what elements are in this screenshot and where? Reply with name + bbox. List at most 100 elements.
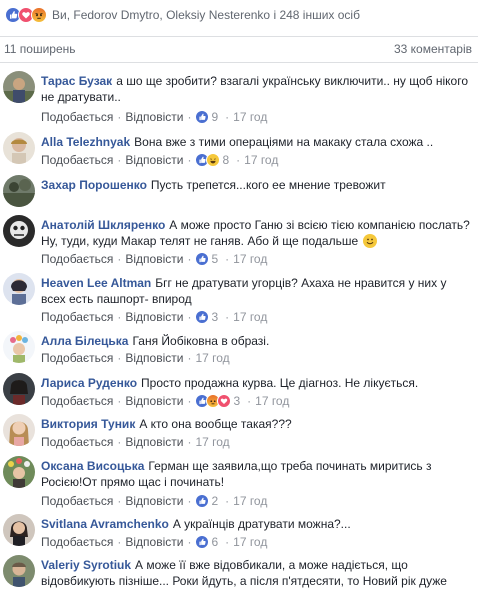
comment-author[interactable]: Valeriy Syrotiuk (41, 558, 131, 572)
separator: · (117, 535, 122, 549)
separator: · (187, 310, 192, 324)
like-button[interactable]: Подобається (41, 110, 113, 124)
reply-button[interactable]: Відповісти (125, 153, 183, 167)
like-button[interactable]: Подобається (41, 494, 113, 508)
avatar[interactable] (3, 175, 35, 207)
separator: · (117, 351, 122, 365)
comment-time[interactable]: 17 год (233, 110, 267, 124)
separator: · (187, 351, 192, 365)
comment-time[interactable]: 17 год (195, 351, 229, 365)
comment-reactions[interactable]: 5 (195, 252, 218, 266)
comment-time[interactable]: 17 год (233, 494, 267, 508)
avatar[interactable] (3, 331, 35, 363)
comment: Heaven Lee Altman Бгг не дратувати угорці… (0, 273, 478, 325)
comment-time[interactable]: 17 год (233, 252, 267, 266)
comment-author[interactable]: Alla Telezhnyak (41, 135, 130, 149)
comment-text: А українців дратувати можна?... (172, 517, 351, 531)
comment-body: Valeriy Syrotiuk А може її вже відовбикал… (41, 557, 470, 589)
comment: Тарас Бузак а шо ще зробити? взагалі укра… (0, 71, 478, 125)
avatar[interactable] (3, 215, 35, 247)
comment-author[interactable]: Захар Порошенко (41, 178, 147, 192)
comment-reactions[interactable]: 6 (195, 535, 218, 549)
comment-body: Heaven Lee Altman Бгг не дратувати угорці… (41, 275, 470, 307)
reactions-summary[interactable]: Ви, Fedorov Dmytro, Oleksiy Nesterenko і… (0, 0, 478, 30)
comment-actions: Подобається · Відповісти · 8 · 17 год (41, 152, 278, 168)
comments-count[interactable]: 33 коментарів (394, 42, 472, 56)
separator: · (117, 310, 122, 324)
comment-text: Вона вже з тими операціями на макаку ста… (134, 135, 434, 149)
comment-reactions[interactable]: 8 (195, 153, 229, 167)
reply-button[interactable]: Відповісти (125, 310, 183, 324)
reply-button[interactable]: Відповісти (125, 394, 183, 408)
haha-icon (206, 153, 221, 167)
avatar[interactable] (3, 555, 35, 587)
comment-reactions[interactable]: 3 (195, 394, 240, 408)
reply-button[interactable]: Відповісти (125, 252, 183, 266)
comment-reactions[interactable]: 2 (195, 494, 218, 508)
reply-button[interactable]: Відповісти (125, 351, 183, 365)
comment: Анатолій Шкляренко А може просто Ганю зі … (0, 215, 478, 267)
comment-author[interactable]: Оксана Висоцька (41, 459, 144, 473)
like-button[interactable]: Подобається (41, 394, 113, 408)
comment-author[interactable]: Виктория Туник (41, 417, 135, 431)
shares-count[interactable]: 11 поширень (4, 42, 76, 56)
comment-actions: Подобається · Відповісти · 3 · 17 год (41, 309, 267, 325)
like-icon (195, 535, 210, 549)
separator: · (236, 153, 241, 167)
like-button[interactable]: Подобається (41, 435, 113, 449)
avatar[interactable] (3, 514, 35, 546)
separator: · (225, 535, 230, 549)
like-button[interactable]: Подобається (41, 153, 113, 167)
comment-time[interactable]: 17 год (255, 394, 289, 408)
avatar[interactable] (3, 414, 35, 446)
like-button[interactable]: Подобається (41, 535, 113, 549)
reaction-count: 3 (211, 310, 219, 324)
like-button[interactable]: Подобається (41, 310, 113, 324)
avatar[interactable] (3, 71, 35, 103)
separator: · (117, 153, 122, 167)
comment-time[interactable]: 17 год (233, 310, 267, 324)
comment-actions: Подобається · Відповісти · 2 · 17 год (41, 493, 267, 509)
post-stats: 11 поширень 33 коментарів (0, 37, 478, 61)
avatar[interactable] (3, 273, 35, 305)
separator: · (117, 110, 122, 124)
angry-icon (31, 7, 47, 23)
avatar[interactable] (3, 132, 35, 164)
comment-time[interactable]: 17 год (233, 535, 267, 549)
comment-time[interactable]: 17 год (244, 153, 278, 167)
comment: Svitlana Avramchenko А українців дратуват… (0, 514, 478, 550)
comment-body: Тарас Бузак а шо ще зробити? взагалі укра… (41, 73, 470, 105)
comment-reactions[interactable]: 3 (195, 310, 218, 324)
comment: Лариса Руденко Просто продажна курва. Це … (0, 373, 478, 409)
reply-button[interactable]: Відповісти (125, 435, 183, 449)
comment-author[interactable]: Svitlana Avramchenko (41, 517, 169, 531)
love-icon (217, 394, 232, 408)
like-button[interactable]: Подобається (41, 351, 113, 365)
comment-reactions[interactable]: 9 (195, 110, 218, 124)
comment-author[interactable]: Heaven Lee Altman (41, 276, 151, 290)
comment-author[interactable]: Алла Білецька (41, 334, 128, 348)
comment-author[interactable]: Лариса Руденко (41, 376, 137, 390)
like-button[interactable]: Подобається (41, 252, 113, 266)
comment-body: Анатолій Шкляренко А може просто Ганю зі … (41, 217, 470, 249)
reply-button[interactable]: Відповісти (125, 110, 183, 124)
separator: · (117, 252, 122, 266)
comment-body: Alla Telezhnyak Вона вже з тими операціям… (41, 134, 470, 150)
reply-button[interactable]: Відповісти (125, 535, 183, 549)
comment-actions: Подобається · Відповісти · 17 год (41, 434, 230, 450)
separator: · (187, 252, 192, 266)
reply-button[interactable]: Відповісти (125, 494, 183, 508)
comment-body: Захар Порошенко Пусть трепется...кого ее … (41, 177, 470, 193)
comment: Алла Білецька Ганя Йобіковна в образі. По… (0, 331, 478, 367)
avatar[interactable] (3, 373, 35, 405)
comment-time[interactable]: 17 год (195, 435, 229, 449)
reactions-text[interactable]: Ви, Fedorov Dmytro, Oleksiy Nesterenko і… (52, 8, 360, 22)
comment-actions: Подобається · Відповісти · 5 · 17 год (41, 251, 267, 267)
comment-text: А кто она вообще такая??? (139, 417, 292, 431)
comment: Оксана Висоцька Герман ще заявила,що треб… (0, 456, 478, 508)
avatar[interactable] (3, 456, 35, 488)
comment-author[interactable]: Анатолій Шкляренко (41, 218, 165, 232)
comment: Alla Telezhnyak Вона вже з тими операціям… (0, 132, 478, 172)
comment-author[interactable]: Тарас Бузак (41, 74, 112, 88)
separator: · (117, 435, 122, 449)
